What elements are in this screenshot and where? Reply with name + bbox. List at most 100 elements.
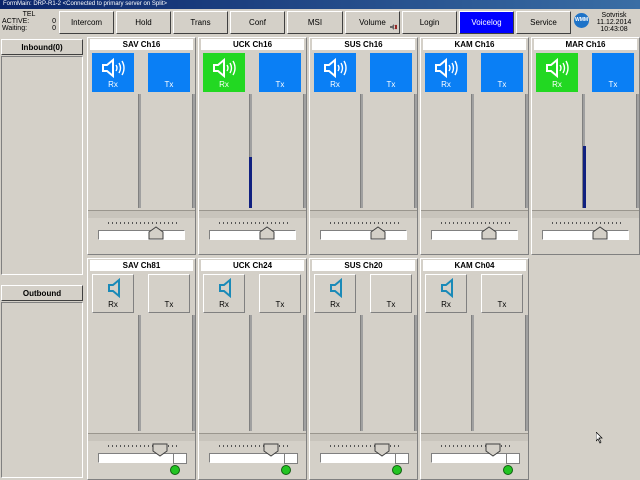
- tx-button[interactable]: Tx: [259, 53, 301, 92]
- speaker-icon: [435, 58, 458, 78]
- tx-label: Tx: [497, 80, 507, 89]
- channel-title: UCK Ch24: [201, 260, 304, 271]
- status-led-icon: [281, 465, 291, 475]
- channel-panel: UCK Ch24 Rx Tx: [198, 258, 307, 480]
- speaker-icon: [108, 278, 120, 298]
- panel-divider: [421, 210, 528, 218]
- tx-button[interactable]: Tx: [148, 274, 190, 313]
- volume-slider[interactable]: [320, 230, 407, 240]
- status-led-icon: [170, 465, 180, 475]
- slider-thumb-icon[interactable]: [481, 226, 497, 240]
- tx-button[interactable]: Tx: [592, 53, 634, 92]
- tx-button[interactable]: Tx: [481, 274, 523, 313]
- speaker-icon: [441, 278, 453, 298]
- rx-button[interactable]: Rx: [92, 274, 134, 313]
- tx-button[interactable]: Tx: [148, 53, 190, 92]
- slider-thumb-icon[interactable]: [148, 226, 164, 240]
- rx-label: Rx: [108, 80, 118, 89]
- toolbar-button-label: MSI: [307, 18, 323, 27]
- volume-slider[interactable]: [431, 453, 518, 463]
- channel-panel: SAV Ch16 Rx Tx: [87, 37, 196, 255]
- toolbar-trans-button[interactable]: Trans: [173, 11, 228, 34]
- slider-thumb-icon[interactable]: [592, 226, 608, 240]
- tx-label: Tx: [275, 80, 285, 89]
- channel-indicator-box: [173, 453, 187, 464]
- channel-title: KAM Ch04: [423, 260, 526, 271]
- window-title-bar: FormMain: DRP-R1-2 <Connected to primary…: [0, 0, 640, 9]
- toolbar-intercom-button[interactable]: Intercom: [59, 11, 114, 34]
- toolbar-conf-button[interactable]: Conf: [230, 11, 285, 34]
- slider-thumb-icon[interactable]: [152, 443, 168, 457]
- rx-button[interactable]: Rx: [536, 53, 578, 92]
- volume-slider[interactable]: [98, 453, 185, 463]
- active-label: ACTIVE:: [2, 18, 30, 25]
- slider-thumb-icon[interactable]: [374, 443, 390, 457]
- volume-slider[interactable]: [320, 453, 407, 463]
- channel-panel: SUS Ch20 Rx Tx: [309, 258, 418, 480]
- volume-slider[interactable]: [542, 230, 629, 240]
- volume-slider[interactable]: [98, 230, 185, 240]
- channel-panel: SUS Ch16 Rx Tx: [309, 37, 418, 255]
- level-meter-track: [414, 315, 417, 431]
- panel-divider: [88, 433, 195, 441]
- panel-divider: [310, 210, 417, 218]
- level-meter-track: [249, 315, 252, 431]
- tx-button[interactable]: Tx: [370, 53, 412, 92]
- channel-title: SAV Ch81: [90, 260, 193, 271]
- channel-indicator-box: [395, 453, 409, 464]
- slider-thumb-icon[interactable]: [485, 443, 501, 457]
- rx-button[interactable]: Rx: [425, 274, 467, 313]
- waiting-count: 0: [52, 25, 56, 32]
- inbound-list[interactable]: [1, 56, 83, 275]
- toolbar-msi-button[interactable]: MSI: [287, 11, 343, 34]
- level-meter-track: [303, 94, 306, 208]
- slider-thumb-icon[interactable]: [259, 226, 275, 240]
- toolbar-service-button[interactable]: Service: [516, 11, 571, 34]
- rx-button[interactable]: Rx: [203, 274, 245, 313]
- channel-title: KAM Ch16: [423, 39, 526, 50]
- waiting-label: Waiting:: [2, 25, 28, 32]
- toolbar-button-label: Conf: [249, 18, 266, 27]
- tx-button[interactable]: Tx: [370, 274, 412, 313]
- rx-button[interactable]: Rx: [425, 53, 467, 92]
- outbound-header[interactable]: Outbound: [1, 285, 83, 301]
- volume-slider[interactable]: [209, 230, 296, 240]
- volume-slider[interactable]: [431, 230, 518, 240]
- tx-label: Tx: [275, 300, 285, 309]
- volume-slider[interactable]: [209, 453, 296, 463]
- rx-label: Rx: [441, 80, 451, 89]
- slider-thumb-icon[interactable]: [370, 226, 386, 240]
- level-meter-track: [192, 94, 195, 208]
- rx-button[interactable]: Rx: [314, 53, 356, 92]
- company-logo-icon: WMM: [574, 13, 589, 28]
- channel-panel: KAM Ch04 Rx Tx: [420, 258, 529, 480]
- tx-button[interactable]: Tx: [259, 274, 301, 313]
- rx-button[interactable]: Rx: [314, 274, 356, 313]
- rx-label: Rx: [219, 300, 229, 309]
- level-meter-track: [414, 94, 417, 208]
- level-meter-track: [303, 315, 306, 431]
- panel-divider: [310, 433, 417, 441]
- slider-thumb-icon[interactable]: [263, 443, 279, 457]
- outbound-list[interactable]: [1, 302, 83, 478]
- level-meter-track: [360, 315, 363, 431]
- rx-label: Rx: [219, 80, 229, 89]
- slider-ticks: [552, 222, 622, 224]
- audio-level-bar: [249, 157, 252, 208]
- toolbar-login-button[interactable]: Login: [402, 11, 457, 34]
- inbound-header[interactable]: Inbound(0): [1, 39, 83, 55]
- clock-panel: WMM Sotvrisk 11.12.2014 10:43:08: [572, 10, 638, 36]
- tx-button[interactable]: Tx: [481, 53, 523, 92]
- tx-label: Tx: [386, 80, 396, 89]
- panel-divider: [199, 433, 306, 441]
- panel-divider: [199, 210, 306, 218]
- rx-button[interactable]: Rx: [92, 53, 134, 92]
- rx-label: Rx: [552, 80, 562, 89]
- toolbar-voicelog-button[interactable]: Voicelog: [459, 11, 514, 34]
- toolbar-volume-button[interactable]: Volume: [345, 11, 400, 34]
- toolbar-button-label: Login: [419, 18, 440, 27]
- tx-label: Tx: [386, 300, 396, 309]
- level-meter-track: [192, 315, 195, 431]
- rx-button[interactable]: Rx: [203, 53, 245, 92]
- toolbar-hold-button[interactable]: Hold: [116, 11, 171, 34]
